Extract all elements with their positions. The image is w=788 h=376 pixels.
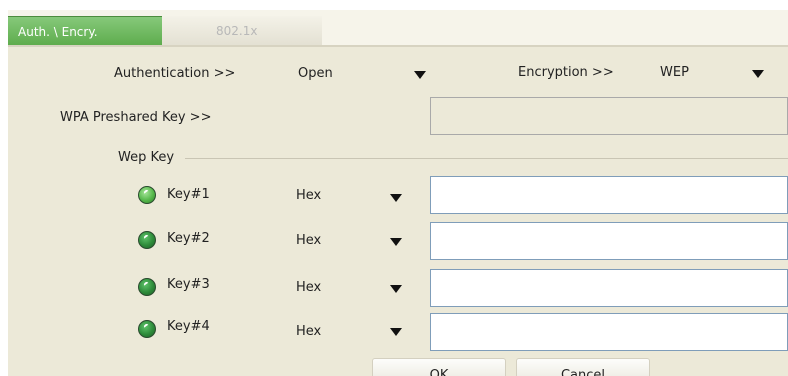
encryption-label: Encryption >>: [518, 65, 614, 80]
key1-radio[interactable]: [138, 186, 156, 204]
key4-format-value: Hex: [296, 324, 322, 339]
key4-input[interactable]: [430, 313, 788, 351]
wep-key-group-label: Wep Key: [118, 150, 175, 165]
chevron-down-icon: [390, 285, 402, 293]
key3-label: Key#3: [167, 277, 210, 292]
wpa-preshared-key-input[interactable]: [430, 97, 788, 135]
key2-label: Key#2: [167, 231, 210, 246]
key1-format-select[interactable]: Hex: [294, 182, 422, 210]
ok-button[interactable]: OK: [372, 358, 506, 376]
ok-button-label: OK: [429, 368, 449, 376]
encryption-value: WEP: [660, 65, 689, 80]
key2-format-select[interactable]: Hex: [294, 227, 422, 255]
key4-radio[interactable]: [138, 320, 156, 338]
tab-802-1x[interactable]: 802.1x: [162, 16, 322, 46]
key4-label: Key#4: [167, 319, 210, 334]
chevron-down-icon: [390, 194, 402, 202]
key1-input[interactable]: [430, 176, 788, 214]
key2-input[interactable]: [430, 222, 788, 260]
cancel-button-label: Cancel: [560, 368, 606, 376]
key1-label: Key#1: [167, 187, 210, 202]
key2-format-value: Hex: [296, 233, 322, 248]
tab-802-1x-label: 802.1x: [216, 24, 258, 38]
cancel-button[interactable]: Cancel: [516, 358, 650, 376]
chevron-down-icon: [752, 70, 764, 78]
tab-strip: Auth. \ Encry. 802.1x: [8, 10, 788, 47]
key3-format-select[interactable]: Hex: [294, 274, 422, 302]
chevron-down-icon: [390, 328, 402, 336]
key3-radio[interactable]: [138, 278, 156, 296]
tab-divider: [8, 45, 788, 47]
tab-auth-encryption[interactable]: Auth. \ Encry.: [8, 16, 162, 46]
key1-format-value: Hex: [296, 188, 322, 203]
authentication-value: Open: [298, 66, 333, 81]
key3-format-value: Hex: [296, 280, 322, 295]
security-settings-panel: Auth. \ Encry. 802.1x Authentication >> …: [8, 10, 788, 376]
authentication-select[interactable]: Open: [296, 60, 436, 88]
chevron-down-icon: [390, 238, 402, 246]
authentication-label: Authentication >>: [114, 66, 236, 81]
key3-input[interactable]: [430, 269, 788, 307]
encryption-select[interactable]: WEP: [658, 60, 783, 88]
wpa-preshared-key-label: WPA Preshared Key >>: [60, 110, 212, 125]
key2-radio[interactable]: [138, 231, 156, 249]
chevron-down-icon: [414, 71, 426, 79]
tab-auth-encryption-label: Auth. \ Encry.: [18, 24, 98, 39]
group-divider: [185, 158, 788, 159]
key4-format-select[interactable]: Hex: [294, 318, 422, 346]
